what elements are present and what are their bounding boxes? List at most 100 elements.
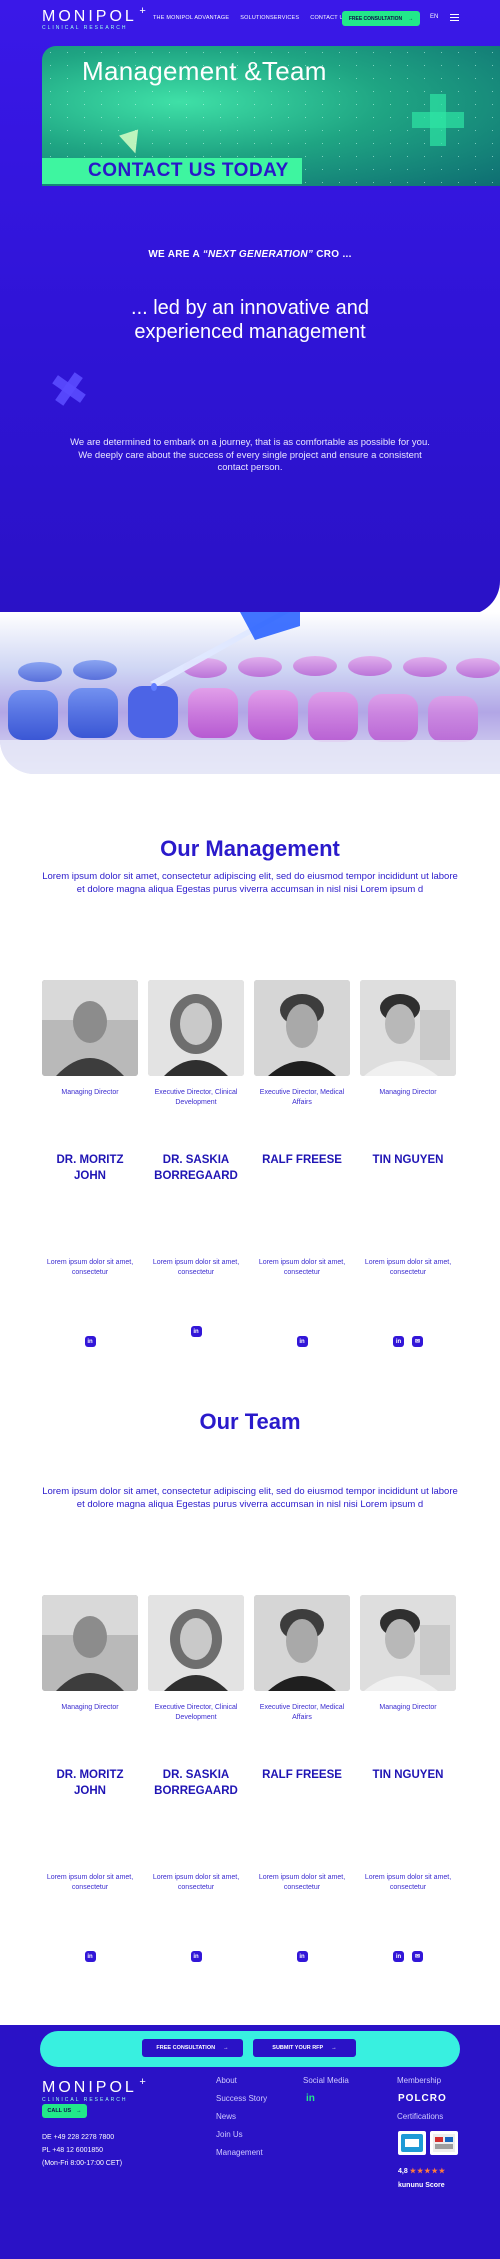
footer-link-join-us[interactable]: Join Us xyxy=(216,2126,267,2144)
intro-headline: ... led by an innovative and experienced… xyxy=(131,297,369,343)
portrait-photo xyxy=(42,1595,138,1691)
person-socials: in ✉ xyxy=(360,1951,456,1962)
person-bio: Lorem ipsum dolor sit amet, consectetur xyxy=(364,1874,452,1891)
footer-links: About Success Story News Join Us Managem… xyxy=(216,2072,267,2162)
person-socials: in ✉ xyxy=(360,1336,456,1347)
portrait-photo xyxy=(148,1595,244,1691)
intro-paragraph: We are determined to embark on a journey… xyxy=(70,437,430,473)
person-socials: in xyxy=(148,1326,244,1337)
office-hours: (Mon-Fri 8:00-17:00 CET) xyxy=(42,2160,123,2167)
footer-link-about[interactable]: About xyxy=(216,2072,267,2090)
person-name: DR. MORITZ JOHN xyxy=(56,1769,124,1797)
person-socials: in xyxy=(148,1951,244,1962)
footer-logo-subtitle: CLINICAL RESEARCH xyxy=(42,2097,128,2103)
certification-badge xyxy=(430,2131,458,2155)
linkedin-icon[interactable]: in xyxy=(393,1336,404,1347)
person-name: DR. SASKIA BORREGAARD xyxy=(154,1769,238,1797)
menu-icon[interactable] xyxy=(450,14,459,21)
phone-de[interactable]: DE +49 228 2278 7800 xyxy=(42,2131,122,2144)
certifications-heading: Certifications xyxy=(397,2112,444,2121)
page: MONIPOL CLINICAL RESEARCH + THE MONIPOL … xyxy=(0,0,500,2259)
person-role: Managing Director xyxy=(61,1704,119,1711)
banner-cross-graphic xyxy=(412,94,464,146)
person-role: Executive Director, Clinical Development xyxy=(154,1089,238,1106)
person-bio: Lorem ipsum dolor sit amet, consectetur xyxy=(152,1874,240,1891)
footer-contact: DE +49 228 2278 7800 PL +48 12 6001850 (… xyxy=(42,2131,122,2170)
email-icon[interactable]: ✉ xyxy=(412,1951,423,1962)
linkedin-icon[interactable]: in xyxy=(393,1951,404,1962)
team-title: Our Team xyxy=(199,1409,301,1434)
footer-link-news[interactable]: News xyxy=(216,2108,267,2126)
logo-cross-icon: + xyxy=(139,5,146,17)
call-us-label: CALL US xyxy=(47,2108,72,2114)
person-role: Managing Director xyxy=(379,1089,437,1096)
portrait-photo xyxy=(360,980,456,1076)
linkedin-icon[interactable]: in xyxy=(84,1336,96,1347)
person-bio: Lorem ipsum dolor sit amet, consectetur xyxy=(46,1259,134,1276)
linkedin-icon[interactable]: in xyxy=(296,1336,308,1347)
footer-submit-rfp-button[interactable]: SUBMIT YOUR RFP → xyxy=(253,2039,356,2057)
footer-link-management[interactable]: Management xyxy=(216,2144,267,2162)
footer-logo-wordmark: MONIPOL xyxy=(42,2079,137,2096)
footer-consultation-label: FREE CONSULTATION xyxy=(156,2045,216,2051)
star-icon: ★★★★★ xyxy=(409,2168,447,2175)
person-name: TIN NGUYEN xyxy=(372,1769,444,1781)
phone-pl[interactable]: PL +48 12 6001850 xyxy=(42,2144,122,2157)
person-socials: in xyxy=(254,1336,350,1347)
intro-eyebrow: WE ARE A “NEXT GENERATION” CRO ... xyxy=(0,249,500,260)
call-us-button[interactable]: CALL US → xyxy=(42,2104,87,2118)
logo-subtitle: CLINICAL RESEARCH xyxy=(42,25,128,31)
footer-logo[interactable]: MONIPOL CLINICAL RESEARCH + xyxy=(42,2076,146,2103)
nav-links: THE MONIPOL ADVANTAGE SOLUTIONSERVICES C… xyxy=(153,15,348,21)
linkedin-icon[interactable]: in xyxy=(190,1951,202,1962)
linkedin-icon[interactable]: in xyxy=(190,1326,202,1337)
linkedin-icon[interactable]: in xyxy=(296,1951,308,1962)
person-name: DR. MORITZ JOHN xyxy=(56,1154,124,1182)
free-consultation-label: FREE CONSULTATION xyxy=(348,15,403,22)
person-bio: Lorem ipsum dolor sit amet, consectetur xyxy=(258,1874,346,1891)
team-paragraph: Lorem ipsum dolor sit amet, consectetur … xyxy=(42,1486,458,1510)
portrait-photo xyxy=(42,980,138,1076)
portrait-photo xyxy=(254,1595,350,1691)
language-switcher[interactable]: EN xyxy=(430,14,438,20)
person-role: Executive Director, Medical Affairs xyxy=(259,1089,345,1106)
lab-illustration xyxy=(0,612,500,774)
linkedin-icon[interactable]: in xyxy=(306,2093,315,2104)
person-socials: in xyxy=(42,1951,138,1962)
kununu-label: kununu Score xyxy=(398,2182,445,2189)
footer-link-success-story[interactable]: Success Story xyxy=(216,2090,267,2108)
footer: FREE CONSULTATION → SUBMIT YOUR RFP → MO… xyxy=(0,2025,500,2259)
polcro-logo[interactable]: POLCRO xyxy=(398,2093,447,2104)
top-navigation: MONIPOL CLINICAL RESEARCH + THE MONIPOL … xyxy=(0,0,500,40)
nav-link-solutions[interactable]: SOLUTIONSERVICES xyxy=(240,15,299,21)
person-name: RALF FREESE xyxy=(262,1769,342,1781)
eyebrow-emphasis: “NEXT GENERATION” xyxy=(202,249,314,260)
logo[interactable]: MONIPOL CLINICAL RESEARCH + xyxy=(42,5,146,31)
hero-banner: Management &Team CONTACT US TODAY xyxy=(42,46,500,186)
person-name: RALF FREESE xyxy=(262,1154,342,1166)
logo-cross-icon: + xyxy=(139,2076,146,2088)
arrow-right-icon: → xyxy=(76,2108,82,2114)
free-consultation-button[interactable]: FREE CONSULTATION → xyxy=(342,11,420,26)
certification-badge xyxy=(398,2131,426,2155)
eyebrow-suffix: CRO ... xyxy=(313,249,352,260)
arrow-right-icon: → xyxy=(331,2045,337,2051)
person-socials: in xyxy=(254,1951,350,1962)
person-bio: Lorem ipsum dolor sit amet, consectetur xyxy=(364,1259,452,1276)
social-media-heading: Social Media xyxy=(303,2076,349,2085)
footer-rfp-label: SUBMIT YOUR RFP xyxy=(272,2045,324,2051)
person-name: TIN NGUYEN xyxy=(372,1154,444,1166)
footer-free-consultation-button[interactable]: FREE CONSULTATION → xyxy=(142,2039,243,2057)
person-role: Managing Director xyxy=(379,1704,437,1711)
eyebrow-prefix: WE ARE A xyxy=(148,249,203,260)
arrow-right-icon: → xyxy=(223,2045,229,2051)
person-role: Managing Director xyxy=(61,1089,119,1096)
person-role: Executive Director, Medical Affairs xyxy=(259,1704,345,1721)
linkedin-icon[interactable]: in xyxy=(84,1951,96,1962)
person-bio: Lorem ipsum dolor sit amet, consectetur xyxy=(258,1259,346,1276)
nav-link-advantage[interactable]: THE MONIPOL ADVANTAGE xyxy=(153,15,229,21)
email-icon[interactable]: ✉ xyxy=(412,1336,423,1347)
portrait-photo xyxy=(254,980,350,1076)
contact-us-today-link[interactable]: CONTACT US TODAY xyxy=(88,160,289,182)
decorative-cross-graphic xyxy=(45,365,92,412)
